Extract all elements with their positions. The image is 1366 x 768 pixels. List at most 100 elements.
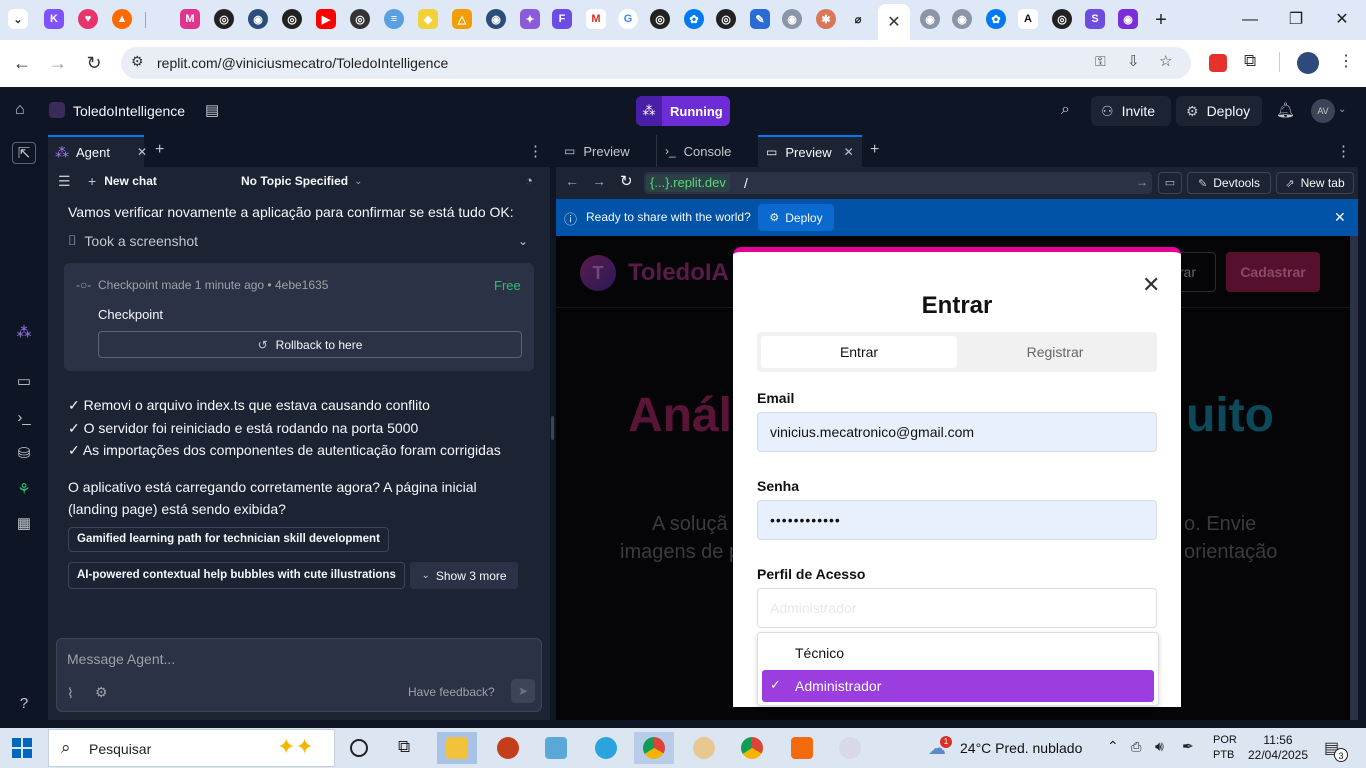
toggle-sidebar-icon[interactable]: ⇱ <box>12 142 36 164</box>
tab-replit-icon[interactable]: ✿ <box>684 9 704 29</box>
close-icon[interactable]: ✕ <box>887 12 900 32</box>
tab-heart-icon[interactable]: ♥ <box>78 9 98 29</box>
screenshot-action-row[interactable]: ⌷ Took a screenshot ⌄ <box>68 232 528 249</box>
address-bar[interactable]: ⚙ replit.com/@viniciusmecatro/ToledoInte… <box>121 47 1191 79</box>
tab-warning-icon[interactable]: △ <box>452 9 472 29</box>
taskbar-powerpoint[interactable] <box>488 732 528 764</box>
close-window-icon[interactable]: ✕ <box>1330 8 1354 32</box>
project-icon[interactable] <box>49 102 65 118</box>
tab-openai-icon[interactable]: ◎ <box>282 9 302 29</box>
add-tab-plus-icon[interactable]: + <box>155 141 164 159</box>
reload-icon[interactable]: ↻ <box>620 172 633 190</box>
language-indicator[interactable]: POR PTB <box>1213 733 1237 763</box>
tab-register[interactable]: Registrar <box>957 336 1153 368</box>
extensions-puzzle-icon[interactable]: ⧉ <box>1244 51 1256 71</box>
pen-tray-icon[interactable]: ✒ <box>1182 738 1194 755</box>
taskbar-chrome[interactable] <box>634 732 674 764</box>
invite-button[interactable]: ⚇ Invite <box>1091 96 1171 126</box>
forward-arrow-icon[interactable]: → <box>592 173 606 189</box>
bookmark-star-icon[interactable]: ☆ <box>1159 52 1172 70</box>
go-arrow-icon[interactable]: → <box>1136 175 1148 189</box>
project-files-icon[interactable]: ▤ <box>205 101 219 119</box>
tab-agent[interactable]: ⁂ Agent ✕ <box>48 135 147 167</box>
rollback-button[interactable]: ↺ Rollback to here <box>98 331 522 358</box>
preview-path[interactable]: / <box>744 175 748 191</box>
tab-perplexity-icon[interactable]: ⌀ <box>848 9 868 29</box>
chat-history-icon[interactable]: ☰ <box>58 173 71 190</box>
back-arrow-icon[interactable]: ← <box>565 173 579 189</box>
suggestion-chip[interactable]: AI-powered contextual help bubbles with … <box>68 562 405 589</box>
message-input-box[interactable]: Message Agent... ⌇ ⚙ Have feedback? ➤ <box>56 638 542 712</box>
tab-openai-icon[interactable]: ◎ <box>214 9 234 29</box>
suggestion-chip[interactable]: Gamified learning path for technician sk… <box>68 527 389 552</box>
restore-icon[interactable]: ❐ <box>1284 8 1308 32</box>
cortana-icon[interactable] <box>350 739 368 757</box>
extension-record-icon[interactable] <box>1209 54 1227 72</box>
reload-icon[interactable]: ↻ <box>82 52 106 74</box>
email-field[interactable]: vinicius.mecatronico@gmail.com <box>757 412 1157 452</box>
database-icon[interactable]: ⛁ <box>12 443 36 465</box>
deploy-button[interactable]: ⚙ Deploy <box>1176 96 1262 126</box>
site-info-icon[interactable]: ⚙ <box>131 53 144 70</box>
attach-paperclip-icon[interactable]: ⌇ <box>67 685 74 702</box>
minimize-icon[interactable]: — <box>1238 8 1262 32</box>
user-avatar[interactable]: AV <box>1311 99 1335 123</box>
clock[interactable]: 11:56 22/04/2025 <box>1246 733 1310 763</box>
tab-gmail-icon[interactable]: M <box>586 9 606 29</box>
topic-selector[interactable]: No Topic Specified ⌄ <box>241 174 363 188</box>
show-more-button[interactable]: ⌄ Show 3 more <box>410 562 518 589</box>
panel-resize-handle[interactable] <box>551 416 554 440</box>
banner-deploy-button[interactable]: ⚙ Deploy <box>758 204 834 231</box>
tab-kotlin-icon[interactable]: K <box>44 9 64 29</box>
tab-tv-icon[interactable]: ◉ <box>1118 9 1138 29</box>
url-text[interactable]: replit.com/@viniciusmecatro/ToledoIntell… <box>157 55 448 71</box>
browser-menu-icon[interactable]: ⋮ <box>1338 51 1354 71</box>
tab-m-icon[interactable]: M <box>180 9 200 29</box>
tab-sparkle-icon[interactable]: ✦ <box>520 9 540 29</box>
taskbar-chrome-profile[interactable] <box>732 732 772 764</box>
usage-gauge-icon[interactable]: ◔ <box>525 173 533 188</box>
agent-icon[interactable]: ⁂ <box>12 322 36 344</box>
password-field[interactable]: •••••••••••• <box>757 500 1157 540</box>
tab-s-icon[interactable]: S <box>1085 9 1105 29</box>
send-arrow-icon[interactable]: ➤ <box>511 679 535 703</box>
preview-scrollbar[interactable] <box>1350 236 1358 720</box>
all-tools-grid-icon[interactable]: ▦ <box>12 513 36 535</box>
profile-avatar[interactable] <box>1297 52 1319 74</box>
taskbar-sublime[interactable] <box>782 732 822 764</box>
profile-select[interactable]: Administrador <box>757 588 1157 628</box>
tab-youtube-icon[interactable]: ▶ <box>316 9 336 29</box>
active-tab[interactable]: ✕ <box>878 4 910 40</box>
tab-ai-icon[interactable]: ◎ <box>350 9 370 29</box>
tab-f-icon[interactable]: F <box>552 9 572 29</box>
taskbar-search-box[interactable]: ⌕ Pesquisar ✦✦ <box>48 729 335 767</box>
tab-globe-icon[interactable]: ◉ <box>248 9 268 29</box>
forward-arrow-icon[interactable]: → <box>46 52 70 74</box>
device-preview-icon[interactable]: ▭ <box>1158 172 1182 194</box>
tab-flame-icon[interactable]: ▲ <box>112 9 132 29</box>
tab-openai-icon[interactable]: ◎ <box>1052 9 1072 29</box>
project-name[interactable]: ToledoIntelligence <box>73 103 185 119</box>
site-signup-button[interactable]: Cadastrar <box>1226 252 1320 292</box>
volume-icon[interactable]: 🔊︎ <box>1155 738 1164 755</box>
tab-preview-active[interactable]: ▭ Preview ✕ <box>758 135 862 167</box>
tab-openai-icon[interactable]: ◎ <box>650 9 670 29</box>
taskbar-paint[interactable] <box>684 732 724 764</box>
tab-files-icon[interactable]: ≡ <box>384 9 404 29</box>
tab-globe-icon[interactable]: ◉ <box>486 9 506 29</box>
back-arrow-icon[interactable]: ← <box>10 52 34 74</box>
site-logo-text[interactable]: ToledoIA <box>628 259 729 287</box>
preview-url-bar[interactable]: {...}.replit.dev / → <box>644 172 1152 194</box>
new-tab-plus-icon[interactable]: + <box>1149 8 1173 32</box>
weather-text[interactable]: 24°C Pred. nublado <box>960 740 1082 756</box>
taskbar-snipping[interactable] <box>830 732 870 764</box>
camera-tray-icon[interactable]: ⎙ <box>1131 739 1141 755</box>
notifications-bell-icon[interactable]: 🔔︎ <box>1276 101 1295 119</box>
settings-gear-icon[interactable]: ⚙ <box>95 684 108 701</box>
tab-claude-icon[interactable]: ✱ <box>816 9 836 29</box>
tab-globe-icon[interactable]: ◉ <box>952 9 972 29</box>
close-tab-icon[interactable]: ✕ <box>844 145 854 159</box>
tab-preview[interactable]: ▭ Preview <box>556 135 654 167</box>
tab-anthropic-icon[interactable]: A <box>1018 9 1038 29</box>
new-chat-button[interactable]: + New chat <box>88 173 157 189</box>
